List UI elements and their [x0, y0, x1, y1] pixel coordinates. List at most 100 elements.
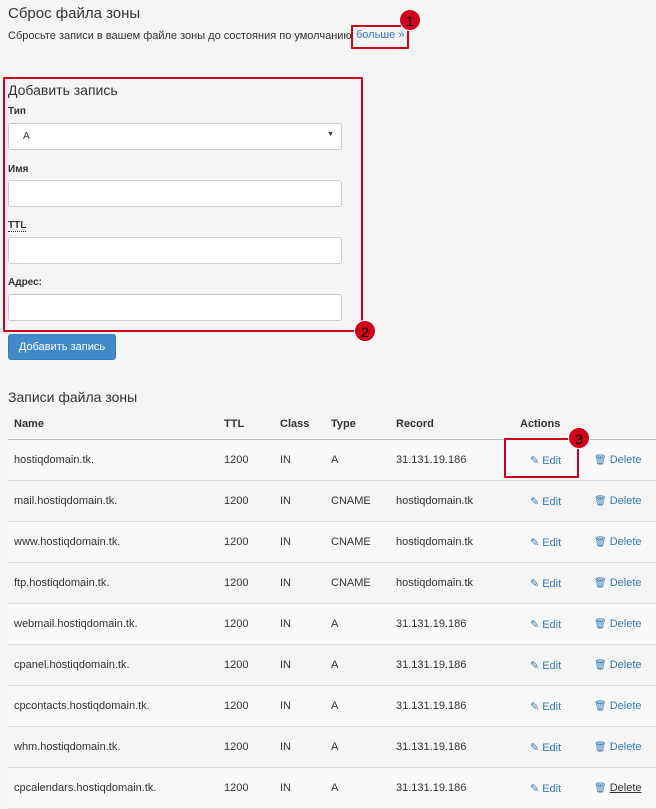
- edit-button[interactable]: ✎ Edit: [530, 741, 561, 754]
- record-type: A: [331, 618, 339, 630]
- column-header-ttl: TTL: [224, 418, 245, 430]
- table-row: mail.hostiqdomain.tk. 1200 IN CNAME hostiqdo…: [8, 481, 656, 522]
- name-label: Имя: [8, 164, 29, 175]
- record-name: whm.hostiqdomain.tk.: [14, 741, 121, 753]
- edit-label: Edit: [542, 496, 562, 508]
- record-type: A: [331, 741, 339, 753]
- pencil-icon: ✎: [530, 578, 540, 590]
- delete-button[interactable]: 🗑 Delete: [594, 454, 642, 466]
- table-row: cpanel.hostiqdomain.tk. 1200 IN A 31.131.19.…: [8, 645, 656, 686]
- record-name: www.hostiqdomain.tk.: [14, 536, 121, 548]
- trash-icon: 🗑: [594, 742, 607, 753]
- delete-label: Delete: [609, 741, 642, 753]
- address-input[interactable]: [8, 294, 342, 321]
- edit-button[interactable]: ✎ Edit: [530, 782, 561, 795]
- delete-label: Delete: [609, 782, 642, 794]
- record-value: 31.131.19.186: [396, 454, 467, 466]
- table-row: whm.hostiqdomain.tk. 1200 IN A 31.131.19.186…: [8, 727, 656, 768]
- type-label: Тип: [8, 106, 26, 117]
- delete-label: Delete: [609, 700, 642, 712]
- pencil-icon: ✎: [530, 496, 540, 508]
- column-header-type: Type: [331, 418, 356, 430]
- delete-button[interactable]: 🗑 Delete: [594, 700, 642, 712]
- record-class: IN: [280, 618, 291, 630]
- record-value: hostiqdomain.tk: [396, 536, 474, 548]
- table-row: cpcalendars.hostiqdomain.tk. 1200 IN A 31.13…: [8, 768, 656, 809]
- trash-icon: 🗑: [594, 783, 607, 794]
- edit-button[interactable]: ✎ Edit: [530, 495, 561, 508]
- record-ttl: 1200: [224, 659, 249, 671]
- table-row: cpcontacts.hostiqdomain.tk. 1200 IN A 31.131…: [8, 686, 656, 727]
- record-ttl: 1200: [224, 536, 249, 548]
- column-header-name: Name: [14, 418, 44, 430]
- record-ttl: 1200: [224, 618, 249, 630]
- record-name: ftp.hostiqdomain.tk.: [14, 577, 110, 589]
- delete-button[interactable]: 🗑 Delete: [594, 536, 642, 548]
- delete-button[interactable]: 🗑 Delete: [594, 577, 642, 589]
- zone-records-title: Записи файла зоны: [8, 389, 138, 405]
- edit-button[interactable]: ✎ Edit: [530, 659, 561, 672]
- record-ttl: 1200: [224, 741, 249, 753]
- table-row: www.hostiqdomain.tk. 1200 IN CNAME hostiqdom…: [8, 522, 656, 563]
- trash-icon: 🗑: [594, 578, 607, 589]
- callout-badge-2: 2: [354, 320, 376, 342]
- record-type: A: [331, 700, 339, 712]
- ttl-label: TTL: [8, 220, 27, 232]
- delete-label: Delete: [609, 577, 642, 589]
- add-record-button[interactable]: Добавить запись: [8, 334, 116, 360]
- edit-label: Edit: [542, 701, 562, 713]
- record-class: IN: [280, 659, 291, 671]
- column-header-actions: Actions: [520, 418, 561, 430]
- ttl-input[interactable]: [8, 237, 342, 264]
- edit-button[interactable]: ✎ Edit: [530, 700, 561, 713]
- record-class: IN: [280, 454, 291, 466]
- record-ttl: 1200: [224, 700, 249, 712]
- delete-button[interactable]: 🗑 Delete: [594, 741, 642, 753]
- record-value: 31.131.19.186: [396, 659, 467, 671]
- callout-badge-3: 3: [568, 427, 590, 449]
- column-header-record: Record: [396, 418, 434, 430]
- type-select[interactable]: A ▼: [8, 123, 342, 150]
- delete-button[interactable]: 🗑 Delete: [594, 782, 642, 794]
- delete-label: Delete: [609, 495, 642, 507]
- edit-button[interactable]: ✎ Edit: [530, 536, 561, 549]
- reset-zone-title: Сброс файла зоны: [8, 5, 141, 22]
- table-row: webmail.hostiqdomain.tk. 1200 IN A 31.131.19…: [8, 604, 656, 645]
- pencil-icon: ✎: [530, 660, 540, 672]
- record-name: webmail.hostiqdomain.tk.: [14, 618, 138, 630]
- trash-icon: 🗑: [594, 660, 607, 671]
- edit-button[interactable]: ✎ Edit: [530, 618, 561, 631]
- record-value: hostiqdomain.tk: [396, 577, 474, 589]
- trash-icon: 🗑: [594, 455, 607, 466]
- record-name: hostiqdomain.tk.: [14, 454, 95, 466]
- record-type: CNAME: [331, 577, 371, 589]
- record-type: A: [331, 659, 339, 671]
- edit-button[interactable]: ✎ Edit: [530, 577, 561, 590]
- trash-icon: 🗑: [594, 496, 607, 507]
- edit-label: Edit: [542, 578, 562, 590]
- record-value: hostiqdomain.tk: [396, 495, 474, 507]
- delete-label: Delete: [609, 659, 642, 671]
- record-value: 31.131.19.186: [396, 618, 467, 630]
- delete-button[interactable]: 🗑 Delete: [594, 495, 642, 507]
- delete-button[interactable]: 🗑 Delete: [594, 618, 642, 630]
- record-type: A: [331, 454, 339, 466]
- type-select-value: A: [23, 131, 30, 142]
- record-class: IN: [280, 577, 291, 589]
- name-input[interactable]: [8, 180, 342, 207]
- trash-icon: 🗑: [594, 701, 607, 712]
- ttl-label-wrap: TTL: [8, 220, 27, 232]
- delete-label: Delete: [609, 454, 642, 466]
- delete-button[interactable]: 🗑 Delete: [594, 659, 642, 671]
- edit-label: Edit: [542, 537, 562, 549]
- record-ttl: 1200: [224, 495, 249, 507]
- pencil-icon: ✎: [530, 537, 540, 549]
- callout-box-1: [351, 25, 409, 49]
- table-row: ftp.hostiqdomain.tk. 1200 IN CNAME hostiqdom…: [8, 563, 656, 604]
- callout-box-3: [504, 438, 579, 478]
- record-ttl: 1200: [224, 577, 249, 589]
- pencil-icon: ✎: [530, 783, 540, 795]
- delete-label: Delete: [609, 536, 642, 548]
- record-type: A: [331, 782, 339, 794]
- record-class: IN: [280, 495, 291, 507]
